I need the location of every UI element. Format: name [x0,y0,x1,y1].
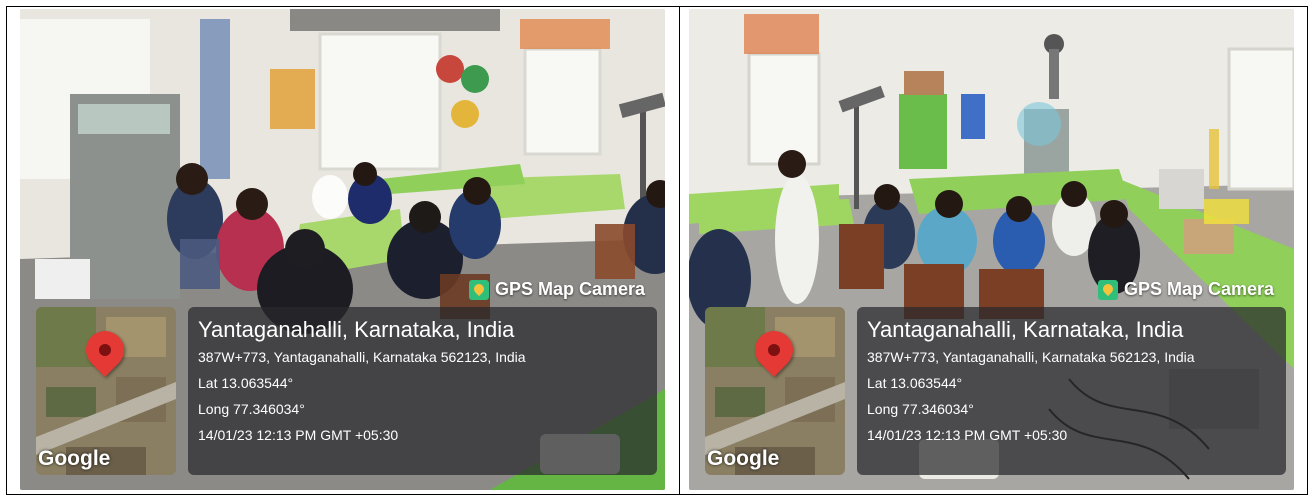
photo-table: GPS Map Camera Google Yantaganahalli, Ka… [6,6,1308,495]
location-latitude: Lat 13.063544° [867,375,963,391]
table-cell-left: GPS Map Camera Google Yantaganahalli, Ka… [7,7,680,494]
location-address: 387W+773, Yantaganahalli, Karnataka 5621… [867,349,1195,365]
location-latitude: Lat 13.063544° [198,375,294,391]
table-cell-right: GPS Map Camera Google Yantaganahalli, Ka… [680,7,1307,494]
gps-camera-label: GPS Map Camera [1123,279,1274,299]
location-place: Yantaganahalli, Karnataka, India [867,317,1184,342]
location-place: Yantaganahalli, Karnataka, India [198,317,515,342]
location-address: 387W+773, Yantaganahalli, Karnataka 5621… [198,349,526,365]
gps-camera-badge: GPS Map Camera [468,279,645,300]
location-longitude: Long 77.346034° [198,401,305,417]
gps-camera-label: GPS Map Camera [494,279,645,299]
google-logo: Google [38,447,111,470]
location-info-panel: Yantaganahalli, Karnataka, India 387W+77… [857,307,1286,475]
classroom-photo-2: GPS Map Camera Google Yantaganahalli, Ka… [689,9,1294,490]
map-thumbnail: Google [705,307,845,475]
classroom-photo-1: GPS Map Camera Google Yantaganahalli, Ka… [20,9,665,490]
google-logo: Google [707,447,780,470]
location-timestamp: 14/01/23 12:13 PM GMT +05:30 [198,427,399,443]
map-thumbnail: Google [36,307,176,475]
location-longitude: Long 77.346034° [867,401,974,417]
gps-camera-badge: GPS Map Camera [1097,279,1274,300]
location-timestamp: 14/01/23 12:13 PM GMT +05:30 [867,427,1068,443]
gps-map-camera-icon [1097,279,1118,300]
gps-map-camera-icon [468,279,489,300]
location-info-panel: Yantaganahalli, Karnataka, India 387W+77… [188,307,657,475]
